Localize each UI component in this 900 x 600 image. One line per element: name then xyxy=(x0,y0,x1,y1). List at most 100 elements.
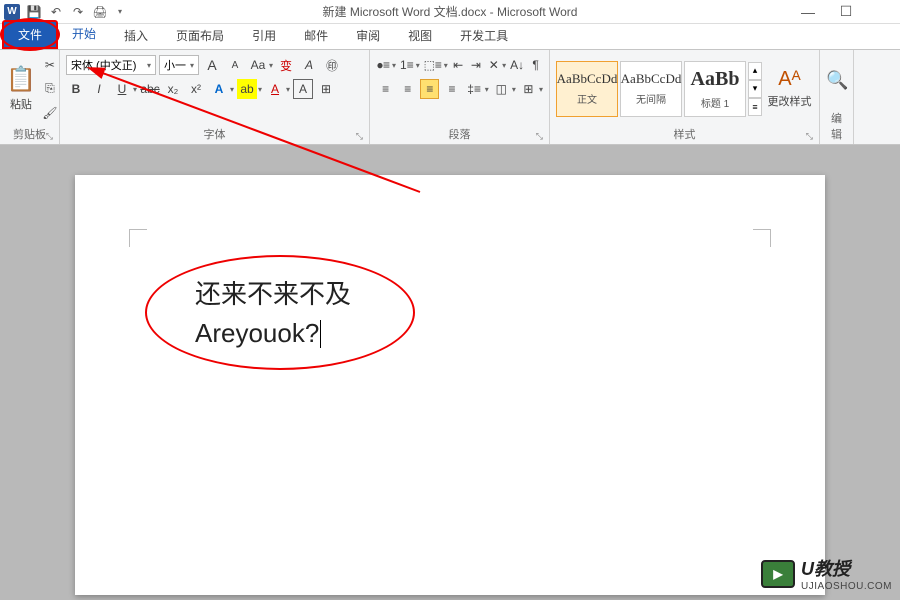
show-marks-button[interactable]: ¶ xyxy=(528,55,543,75)
doc-line-1: 还来不来不及 xyxy=(195,275,351,314)
print-icon[interactable]: 🖨 xyxy=(92,4,108,20)
enclose-char-button[interactable]: ㊞ xyxy=(322,55,342,75)
clipboard-launcher-icon[interactable]: ⤡ xyxy=(46,131,53,142)
superscript-button[interactable]: x² xyxy=(186,79,206,99)
font-name-combo[interactable]: 宋体 (中文正)▾ xyxy=(66,55,156,75)
font-launcher-icon[interactable]: ⤡ xyxy=(356,131,363,142)
shrink-font-button[interactable]: A xyxy=(225,55,245,75)
underline-button[interactable]: U xyxy=(112,79,132,99)
tab-layout[interactable]: 页面布局 xyxy=(162,22,238,49)
align-justify-button[interactable]: ≡ xyxy=(420,79,439,99)
font-group-label: 字体 ⤡ xyxy=(66,124,363,144)
char-shading-button[interactable]: ⊞ xyxy=(316,79,336,99)
asian-layout-button[interactable]: ✕ xyxy=(486,55,501,75)
style-heading1[interactable]: AaBb 标题 1 xyxy=(684,61,746,117)
tab-file[interactable]: 文件 xyxy=(2,20,58,49)
borders-button[interactable]: ⊞ xyxy=(519,79,538,99)
phonetic-guide-button[interactable]: 变 xyxy=(276,55,296,75)
inc-indent-button[interactable]: ⇥ xyxy=(469,55,484,75)
document-area: 还来不来不及 Areyouok? xyxy=(0,145,900,600)
ribbon-tabs: 文件 开始 插入 页面布局 引用 邮件 审阅 视图 开发工具 xyxy=(0,24,900,50)
close-button[interactable] xyxy=(872,2,896,22)
style-scroll-up-icon[interactable]: ▴ xyxy=(748,62,762,80)
document-page[interactable]: 还来不来不及 Areyouok? xyxy=(75,175,825,595)
style-expand-icon[interactable]: ≡ xyxy=(748,98,762,116)
group-editing: 🔍 编辑 xyxy=(820,50,854,144)
shading-button[interactable]: ◫ xyxy=(492,79,511,99)
change-styles-button[interactable]: Aᴬ 更改样式 xyxy=(766,53,813,124)
doc-line-2: Areyouok? xyxy=(195,314,351,353)
watermark-badge-icon: ▶ xyxy=(761,560,795,588)
align-center-button[interactable]: ≡ xyxy=(398,79,417,99)
dec-indent-button[interactable]: ⇤ xyxy=(451,55,466,75)
style-scroll-down-icon[interactable]: ▾ xyxy=(748,80,762,98)
group-paragraph: ⦁≡▾ 1≡▾ ⬚≡▾ ⇤ ⇥ ✕▾ A↓ ¶ ≡ ≡ ≡ ≡ ‡≡▾ ◫▾ ⊞… xyxy=(370,50,550,144)
quick-access-toolbar: W 💾 ↶ ↷ 🖨 ▾ xyxy=(0,4,128,20)
numbering-button[interactable]: 1≡ xyxy=(399,55,415,75)
tab-insert[interactable]: 插入 xyxy=(110,22,162,49)
paragraph-group-label: 段落 ⤡ xyxy=(376,124,543,144)
bullets-button[interactable]: ⦁≡ xyxy=(376,55,391,75)
effects-dropdown-icon[interactable]: ▾ xyxy=(230,85,234,94)
undo-icon[interactable]: ↶ xyxy=(48,4,64,20)
style-nospacing[interactable]: AaBbCcDd 无间隔 xyxy=(620,61,682,117)
case-dropdown-icon[interactable]: ▾ xyxy=(269,61,273,70)
format-painter-icon[interactable]: 🖌 xyxy=(40,103,60,123)
underline-dropdown-icon[interactable]: ▾ xyxy=(133,85,137,94)
word-app-icon[interactable]: W xyxy=(4,4,20,20)
tab-mail[interactable]: 邮件 xyxy=(290,22,342,49)
align-distribute-button[interactable]: ≡ xyxy=(442,79,461,99)
margin-corner-tr xyxy=(753,229,771,247)
tab-references[interactable]: 引用 xyxy=(238,22,290,49)
strikethrough-button[interactable]: abc xyxy=(140,79,160,99)
maximize-button[interactable]: ☐ xyxy=(834,2,858,22)
clipboard-group-label: 剪贴板 ⤡ xyxy=(6,124,53,144)
font-size-combo[interactable]: 小一▾ xyxy=(159,55,199,75)
minimize-button[interactable]: — xyxy=(796,2,820,22)
paste-button[interactable]: 📋 粘贴 xyxy=(6,53,36,124)
cut-icon[interactable]: ✂ xyxy=(40,55,60,75)
tab-developer[interactable]: 开发工具 xyxy=(446,22,522,49)
text-cursor xyxy=(320,320,321,348)
title-bar: W 💾 ↶ ↷ 🖨 ▾ 新建 Microsoft Word 文档.docx - … xyxy=(0,0,900,24)
group-clipboard: 📋 粘贴 ✂ ⎘ 🖌 剪贴板 ⤡ xyxy=(0,50,60,144)
sort-button[interactable]: A↓ xyxy=(509,55,525,75)
window-title: 新建 Microsoft Word 文档.docx - Microsoft Wo… xyxy=(323,3,578,20)
watermark: ▶ U教授 UJIAOSHOU.COM xyxy=(761,555,892,592)
tab-home[interactable]: 开始 xyxy=(58,20,110,49)
subscript-button[interactable]: x₂ xyxy=(163,79,183,99)
redo-icon[interactable]: ↷ xyxy=(70,4,86,20)
margin-corner-tl xyxy=(129,229,147,247)
save-icon[interactable]: 💾 xyxy=(26,4,42,20)
italic-button[interactable]: I xyxy=(89,79,109,99)
clear-format-button[interactable]: A xyxy=(299,55,319,75)
tab-review[interactable]: 审阅 xyxy=(342,22,394,49)
style-normal[interactable]: AaBbCcDd 正文 xyxy=(556,61,618,117)
highlight-dropdown-icon[interactable]: ▾ xyxy=(258,85,262,94)
color-dropdown-icon[interactable]: ▾ xyxy=(286,85,290,94)
paragraph-launcher-icon[interactable]: ⤡ xyxy=(536,131,543,142)
styles-launcher-icon[interactable]: ⤡ xyxy=(806,131,813,142)
font-name-value: 宋体 (中文正) xyxy=(71,57,136,73)
qat-dropdown-icon[interactable]: ▾ xyxy=(112,4,128,20)
char-border-button[interactable]: A xyxy=(293,79,313,99)
editing-group-label: 编辑 xyxy=(826,108,847,144)
text-effects-button[interactable]: A xyxy=(209,79,229,99)
styles-group-label: 样式 ⤡ xyxy=(556,124,813,144)
line-spacing-button[interactable]: ‡≡ xyxy=(465,79,484,99)
grow-font-button[interactable]: A xyxy=(202,55,222,75)
document-text[interactable]: 还来不来不及 Areyouok? xyxy=(195,275,351,353)
bold-button[interactable]: B xyxy=(66,79,86,99)
multilevel-button[interactable]: ⬚≡ xyxy=(423,55,443,75)
watermark-brand: U教授 xyxy=(801,555,892,581)
paste-label: 粘贴 xyxy=(10,96,32,112)
change-case-button[interactable]: Aa xyxy=(248,55,268,75)
style-gallery: AaBbCcDd 正文 AaBbCcDd 无间隔 AaBb 标题 1 ▴ ▾ ≡ xyxy=(556,53,762,124)
find-button[interactable]: 🔍 xyxy=(826,53,848,108)
align-left-button[interactable]: ≡ xyxy=(376,79,395,99)
copy-icon[interactable]: ⎘ xyxy=(40,79,60,99)
highlight-button[interactable]: ab xyxy=(237,79,257,99)
group-styles: AaBbCcDd 正文 AaBbCcDd 无间隔 AaBb 标题 1 ▴ ▾ ≡ xyxy=(550,50,820,144)
tab-view[interactable]: 视图 xyxy=(394,22,446,49)
font-color-button[interactable]: A xyxy=(265,79,285,99)
